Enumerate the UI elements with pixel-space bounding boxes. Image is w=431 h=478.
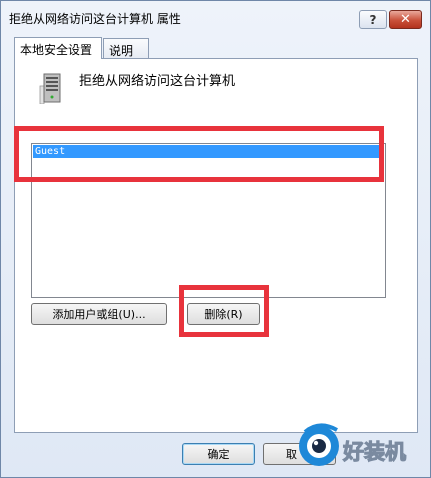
list-item-guest[interactable]: Guest <box>33 145 384 158</box>
help-button[interactable]: ? <box>359 10 387 29</box>
title-bar[interactable]: 拒绝从网络访问这台计算机 属性 ? ✕ <box>1 1 430 31</box>
ok-button[interactable]: 确定 <box>182 443 255 465</box>
watermark: 好装机 <box>295 418 431 478</box>
tab-explain[interactable]: 说明 <box>103 38 149 59</box>
accounts-listbox[interactable]: Guest <box>31 143 386 298</box>
properties-dialog: 拒绝从网络访问这台计算机 属性 ? ✕ 本地安全设置 说明 拒绝从网络访问这台计… <box>0 0 431 478</box>
watermark-text: 好装机 <box>343 440 407 465</box>
server-icon <box>39 73 61 104</box>
watermark-logo-icon <box>299 423 339 466</box>
add-user-or-group-button[interactable]: 添加用户或组(U)... <box>31 303 167 325</box>
tab-local-security-setting[interactable]: 本地安全设置 <box>14 37 102 59</box>
tab-panel: 拒绝从网络访问这台计算机 Guest 添加用户或组(U)... 删除(R) <box>14 58 418 433</box>
window-title: 拒绝从网络访问这台计算机 属性 <box>9 12 181 26</box>
close-button[interactable]: ✕ <box>389 10 422 29</box>
policy-title: 拒绝从网络访问这台计算机 <box>79 74 236 89</box>
remove-button[interactable]: 删除(R) <box>187 303 260 325</box>
